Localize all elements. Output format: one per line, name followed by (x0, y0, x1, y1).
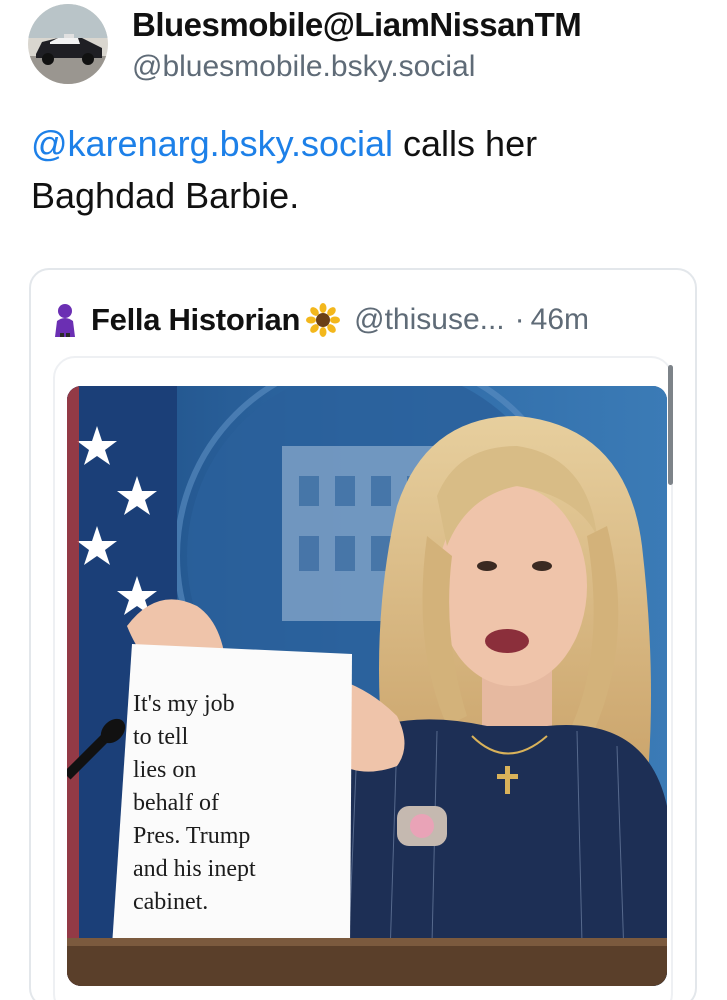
author-handle[interactable]: @bluesmobile.bsky.social (132, 50, 581, 84)
purple-person-icon (55, 304, 75, 337)
sign-text: It's my job to tell lies on behalf of Pr… (133, 688, 256, 919)
post-author: Bluesmobile@LiamNissanTM @bluesmobile.bs… (132, 6, 582, 84)
sign-line: lies on (133, 757, 197, 783)
sign-line: cabinet. (133, 889, 209, 915)
mention-link[interactable]: @karenarg.bsky.social (31, 123, 393, 164)
sunflower-icon (306, 303, 341, 337)
sign-line: to tell (133, 724, 189, 750)
scrollbar-thumb[interactable] (668, 365, 673, 485)
post-header: Bluesmobile@LiamNissanTM @bluesmobile.bs… (28, 4, 718, 90)
sign-line: and his inept (133, 856, 256, 882)
separator-dot: · (514, 303, 525, 336)
sign-line: It's my job (133, 691, 235, 717)
quote-display-name[interactable]: Fella Historian (91, 302, 300, 338)
author-display-name[interactable]: Bluesmobile@LiamNissanTM (132, 6, 582, 44)
author-avatar[interactable] (28, 4, 108, 84)
sign-line: Pres. Trump (133, 823, 251, 849)
sign-line: behalf of (133, 790, 219, 816)
police-car-avatar-icon (28, 4, 108, 84)
post-text: @karenarg.bsky.social calls her Baghdad … (31, 118, 691, 222)
quote-header: Fella Historian @thisuse... · 46m (51, 298, 589, 342)
quote-handle[interactable]: @thisuse... (354, 303, 505, 337)
quote-timestamp[interactable]: 46m (531, 303, 589, 337)
